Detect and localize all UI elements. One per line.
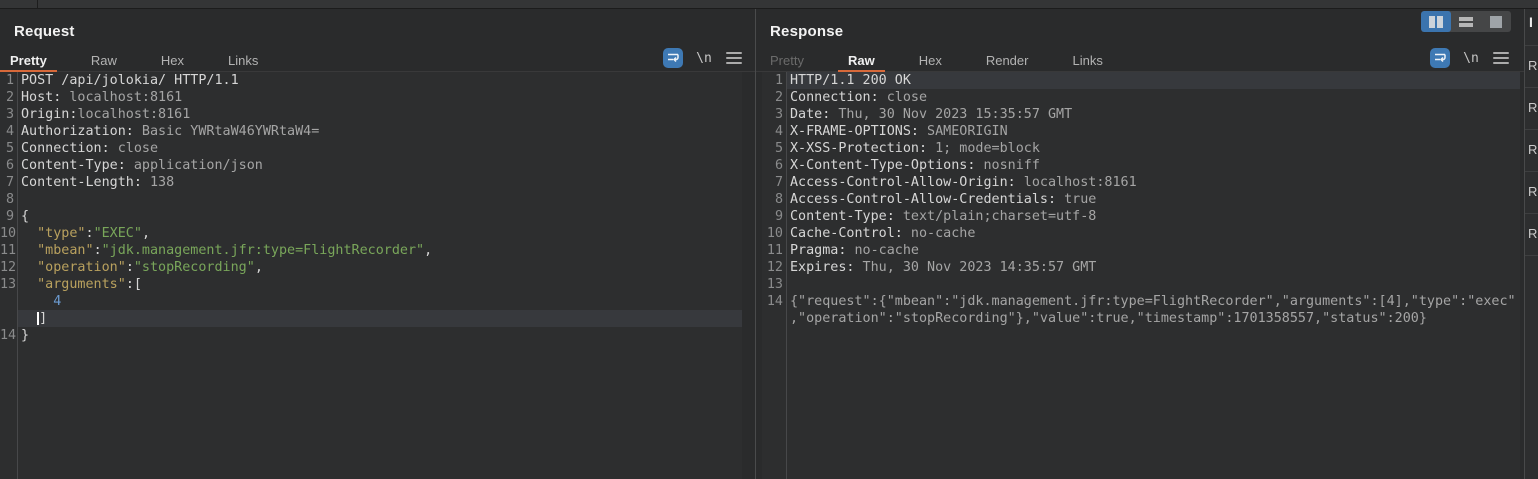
inspector-section[interactable]: R (1525, 213, 1538, 255)
editor-line: 7Access-Control-Allow-Origin: localhost:… (762, 174, 1520, 191)
show-newlines-toggle[interactable]: \n (1461, 48, 1481, 68)
inspector-section[interactable]: R (1525, 129, 1538, 171)
word-wrap-toggle-icon[interactable] (663, 48, 683, 68)
request-panel-title: Request (14, 23, 75, 40)
editor-menu-icon[interactable] (1493, 48, 1509, 68)
show-newlines-toggle[interactable]: \n (694, 48, 714, 68)
response-panel-title: Response (770, 23, 843, 40)
columns-icon (1429, 16, 1435, 28)
editor-line: 13 (762, 276, 1520, 293)
request-tab-raw[interactable]: Raw (81, 50, 127, 71)
view-layout-toggle-group (1421, 11, 1511, 32)
editor-line: 10Cache-Control: no-cache (762, 225, 1520, 242)
editor-line: 10 "type":"EXEC", (0, 225, 742, 242)
editor-line: 2Connection: close (762, 89, 1520, 106)
inspector-section[interactable]: R (1525, 45, 1538, 87)
response-tabbar: Pretty Raw Hex Render Links (756, 50, 1524, 72)
editor-line: 13 "arguments":[ (0, 276, 742, 293)
inspector-section[interactable]: R (1525, 171, 1538, 213)
editor-line: ] (0, 310, 742, 327)
editor-line: 5Connection: close (0, 140, 742, 157)
request-tab-pretty[interactable]: Pretty (0, 50, 57, 71)
request-tab-hex[interactable]: Hex (151, 50, 194, 71)
top-edge-tab-divider (37, 0, 38, 8)
rows-icon (1459, 17, 1473, 27)
editor-line: 4 (0, 293, 742, 310)
response-tab-links[interactable]: Links (1062, 50, 1112, 71)
inspector-empty-area (1525, 255, 1538, 479)
word-wrap-icon (666, 51, 680, 65)
editor-line: 6Content-Type: application/json (0, 157, 742, 174)
editor-menu-icon[interactable] (726, 48, 742, 68)
editor-line: ,"operation":"stopRecording"},"value":tr… (762, 310, 1520, 327)
inspector-header[interactable]: I (1525, 9, 1538, 45)
word-wrap-toggle-icon[interactable] (1430, 48, 1450, 68)
editor-line: 11Pragma: no-cache (762, 242, 1520, 259)
editor-line: 3Date: Thu, 30 Nov 2023 15:35:57 GMT (762, 106, 1520, 123)
editor-line: 3Origin:localhost:8161 (0, 106, 742, 123)
editor-line: 14} (0, 327, 742, 344)
gutter-divider (17, 72, 18, 479)
editor-line: 9{ (0, 208, 742, 225)
editor-line: 9Content-Type: text/plain;charset=utf-8 (762, 208, 1520, 225)
response-tab-pretty[interactable]: Pretty (760, 50, 814, 71)
inspector-section[interactable]: R (1525, 87, 1538, 129)
editor-line: 6X-Content-Type-Options: nosniff (762, 157, 1520, 174)
layout-single-pane-button[interactable] (1481, 11, 1511, 32)
editor-line: 1POST /api/jolokia/ HTTP/1.1 (0, 72, 742, 89)
response-tab-hex[interactable]: Hex (909, 50, 952, 71)
word-wrap-icon (1433, 51, 1447, 65)
editor-line: 11 "mbean":"jdk.management.jfr:type=Flig… (0, 242, 742, 259)
response-editor[interactable]: 1HTTP/1.1 200 OK2Connection: close3Date:… (762, 72, 1520, 479)
layout-split-rows-button[interactable] (1451, 11, 1481, 32)
editor-line: 4X-FRAME-OPTIONS: SAMEORIGIN (762, 123, 1520, 140)
inspector-collapsed-strip: I R R R R R (1524, 9, 1538, 479)
editor-line: 5X-XSS-Protection: 1; mode=block (762, 140, 1520, 157)
layout-split-columns-button[interactable] (1421, 11, 1451, 32)
request-panel: Request Pretty Raw Hex Links \n 1POST /a… (0, 9, 755, 479)
gutter-divider (786, 72, 787, 479)
editor-line: 4Authorization: Basic YWRtaW46YWRtaW4= (0, 123, 742, 140)
response-panel: Response Pretty Raw Hex Render Links \n … (756, 9, 1524, 479)
editor-line: 12Expires: Thu, 30 Nov 2023 14:35:57 GMT (762, 259, 1520, 276)
editor-line: 1HTTP/1.1 200 OK (762, 72, 1520, 89)
request-tab-links[interactable]: Links (218, 50, 268, 71)
editor-line: 7Content-Length: 138 (0, 174, 742, 191)
request-editor[interactable]: 1POST /api/jolokia/ HTTP/1.12Host: local… (0, 72, 742, 479)
request-tabbar: Pretty Raw Hex Links (0, 50, 755, 72)
editor-line: 14{"request":{"mbean":"jdk.management.jf… (762, 293, 1520, 310)
editor-line: 8Access-Control-Allow-Credentials: true (762, 191, 1520, 208)
response-tab-render[interactable]: Render (976, 50, 1039, 71)
editor-line: 12 "operation":"stopRecording", (0, 259, 742, 276)
editor-line: 8 (0, 191, 742, 208)
editor-line: 2Host: localhost:8161 (0, 89, 742, 106)
top-edge-strip (0, 0, 1538, 9)
single-pane-icon (1490, 16, 1502, 28)
response-tab-raw[interactable]: Raw (838, 50, 885, 71)
